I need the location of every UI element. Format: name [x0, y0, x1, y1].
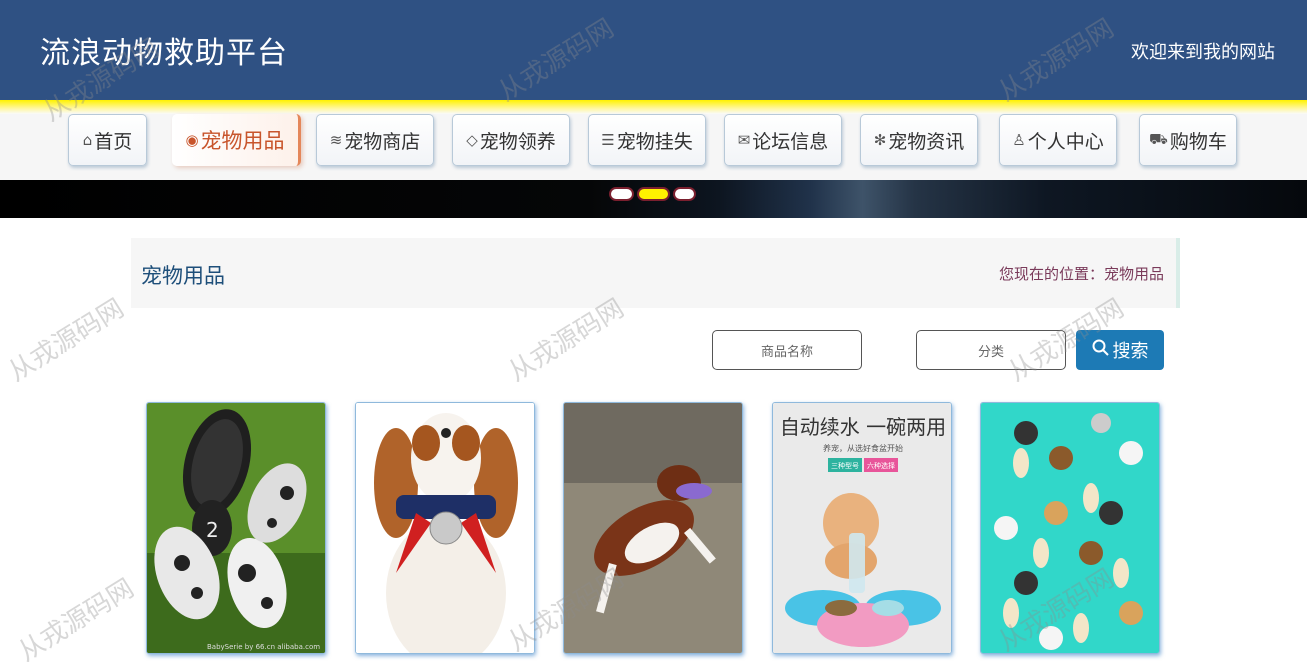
nav-pet-adoption[interactable]: ◇ 宠物领养: [452, 114, 570, 166]
nav-label: 宠物领养: [479, 130, 556, 153]
svg-text:2: 2: [206, 518, 219, 542]
nav-label: 购物车: [1169, 130, 1227, 153]
nav-pet-shop[interactable]: ≋ 宠物商店: [316, 114, 434, 166]
product-name-input[interactable]: 商品名称: [712, 330, 862, 370]
nav-label: 论坛信息: [752, 130, 829, 153]
product-image: [981, 403, 1159, 653]
product-image: [564, 403, 742, 653]
product-image: 自动续水 一碗两用 养宠，从选好食盆开始 三种型号 六种选择: [773, 403, 951, 653]
nav-label: 首页: [94, 130, 133, 153]
palette-icon: ◉: [185, 131, 199, 149]
search-button-label: 搜索: [1112, 341, 1149, 362]
watermark: 从戎源码网: [13, 573, 140, 668]
nav-label: 宠物挂失: [616, 130, 693, 153]
carousel-dot[interactable]: [609, 187, 634, 201]
nav-pet-lost[interactable]: ☰ 宠物挂失: [588, 114, 706, 166]
page-title: 宠物用品: [141, 264, 225, 288]
product-card-dog-shoes[interactable]: 2 BabySerie by 66.cn alibaba.com: [146, 402, 326, 654]
main-nav: ⌂ 首页 ◉ 宠物用品 ≋ 宠物商店 ◇ 宠物领养 ☰ 宠物挂失 ✉ 论坛信息 ✻ 宠物资讯 …: [0, 114, 1307, 180]
cart-icon: ⛟: [1149, 130, 1168, 148]
nav-cart[interactable]: ⛟ 购物车: [1139, 114, 1237, 166]
search-button[interactable]: 搜索: [1076, 330, 1164, 370]
sliders-icon: ☰: [601, 131, 615, 149]
nav-label: 宠物资讯: [888, 130, 965, 153]
image-tag: 三种型号: [831, 461, 859, 470]
nav-label: 个人中心: [1027, 130, 1104, 153]
product-card-dog-bell-collar[interactable]: [355, 402, 535, 654]
welcome-text: 欢迎来到我的网站: [1131, 42, 1275, 63]
site-header: 流浪动物救助平台 欢迎来到我的网站: [0, 0, 1307, 100]
product-card-dog-frisbee[interactable]: [563, 402, 743, 654]
nav-home[interactable]: ⌂ 首页: [68, 114, 147, 166]
image-subline: 养宠，从选好食盆开始: [823, 443, 903, 453]
snowflake-icon: ✻: [873, 131, 887, 149]
product-card-water-feeder[interactable]: 自动续水 一碗两用 养宠，从选好食盆开始 三种型号 六种选择: [772, 402, 952, 654]
breadcrumb-label: 您现在的位置：: [998, 265, 1104, 283]
watermark: 从戎源码网: [3, 293, 130, 388]
nav-pet-news[interactable]: ✻ 宠物资讯: [860, 114, 978, 166]
user-icon: ♙: [1012, 131, 1026, 149]
product-image: [356, 403, 534, 653]
nav-pet-supplies[interactable]: ◉ 宠物用品: [172, 114, 301, 166]
message-icon: ✉: [737, 131, 751, 149]
carousel-dot[interactable]: [673, 187, 696, 201]
product-image: 2 BabySerie by 66.cn alibaba.com: [147, 403, 325, 653]
home-icon: ⌂: [82, 131, 93, 149]
breadcrumb: 宠物用品 您现在的位置：宠物用品: [131, 238, 1180, 308]
product-card-dog-pattern[interactable]: [980, 402, 1160, 654]
image-watermark: BabySerie by 66.cn alibaba.com: [207, 643, 320, 651]
carousel-dot-active[interactable]: [637, 187, 670, 201]
breadcrumb-location: 您现在的位置：宠物用品: [999, 263, 1164, 284]
site-title[interactable]: 流浪动物救助平台: [40, 28, 288, 72]
tag-icon: ◇: [466, 131, 478, 149]
header-divider: [0, 100, 1307, 114]
nav-label: 宠物商店: [344, 130, 421, 153]
nav-user-center[interactable]: ♙ 个人中心: [999, 114, 1117, 166]
nav-label: 宠物用品: [200, 129, 285, 153]
banner-carousel[interactable]: [0, 180, 1307, 218]
image-tag: 六种选择: [867, 461, 895, 470]
image-headline: 自动续水 一碗两用: [780, 415, 946, 439]
search-icon: [1092, 339, 1109, 361]
category-input[interactable]: 分类: [916, 330, 1066, 370]
layers-icon: ≋: [329, 131, 343, 149]
breadcrumb-current[interactable]: 宠物用品: [1104, 265, 1164, 283]
nav-forum[interactable]: ✉ 论坛信息: [724, 114, 842, 166]
